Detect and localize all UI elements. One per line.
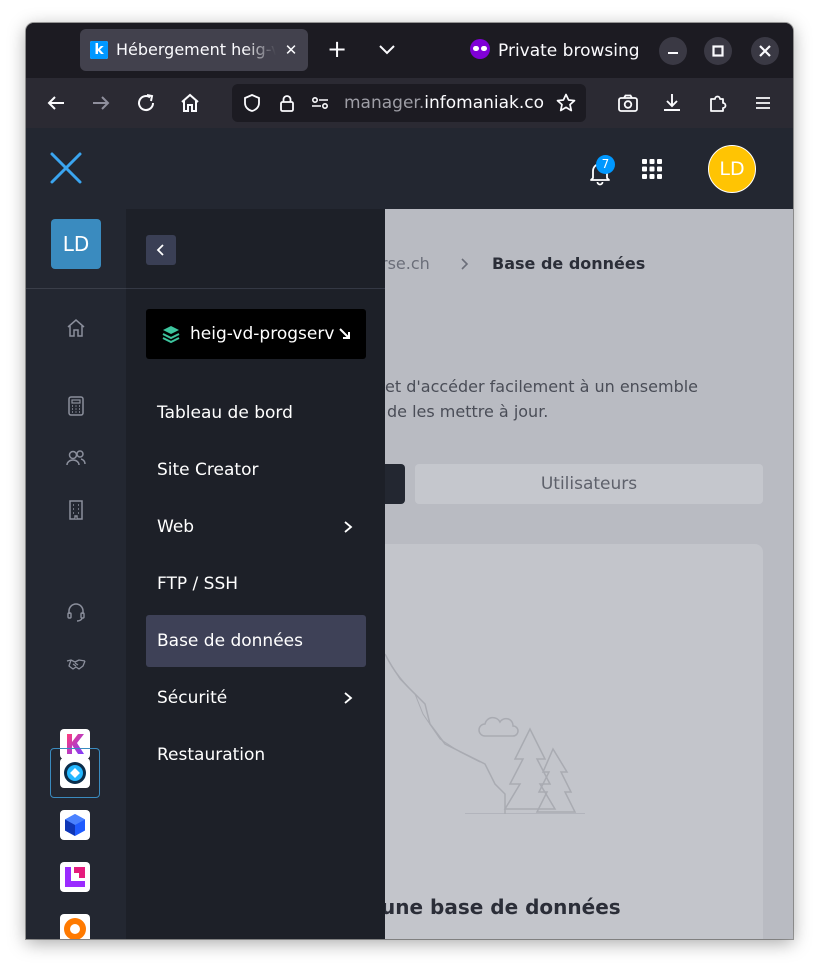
breadcrumb-previous[interactable]: rse.ch [385,254,430,273]
building-icon[interactable] [64,498,88,522]
back-arrow-icon[interactable] [43,90,69,116]
extensions-puzzle-icon[interactable] [705,90,731,116]
browser-tab[interactable]: k Hébergement heig-vd ✕ [80,29,308,71]
url-text[interactable]: manager.infomaniak.co [344,93,550,113]
infomaniak-favicon-icon: k [90,41,108,59]
calculator-icon[interactable] [64,394,88,418]
bookmark-star-icon[interactable] [555,92,577,114]
list-tabs-chevron-icon[interactable] [374,37,400,63]
home-icon[interactable] [177,90,203,116]
permissions-icon[interactable] [310,93,330,113]
empty-state-title: une base de données [385,895,621,919]
partnership-handshake-icon[interactable] [64,652,88,676]
site-selector[interactable]: heig-vd-progserv [146,309,366,359]
hosting-product-icon[interactable] [60,758,90,788]
account-avatar[interactable]: LD [51,219,101,269]
menu-item-databases[interactable]: Base de données [146,615,366,667]
private-browsing-label: Private browsing [498,41,640,61]
downloads-icon[interactable] [659,90,685,116]
main-content-overlay: rse.ch Base de données et d'accéder faci… [385,209,793,939]
navigation-bar: manager.infomaniak.co [26,78,793,128]
notification-count-badge: 7 [596,155,615,174]
private-browsing-indicator: Private browsing [470,39,640,61]
collapse-menu-button[interactable] [146,235,176,265]
close-tab-icon[interactable]: ✕ [280,39,302,61]
screenshot-camera-icon[interactable] [615,90,641,116]
chevron-right-icon [344,692,353,704]
layers-stack-icon [162,326,180,344]
menu-item-label: Base de données [157,631,303,651]
mountain-illustration-icon [385,653,585,814]
tab-databases[interactable] [385,464,405,504]
private-mask-icon [470,39,490,59]
tab-title: Hébergement heig-vd [116,40,276,59]
breadcrumb-current: Base de données [492,254,646,273]
apps-grid-icon[interactable] [641,158,663,180]
empty-state-card [385,544,763,939]
menu-item-label: Sécurité [157,688,228,708]
menu-item-label: Tableau de bord [157,403,293,423]
app-rail: LD [26,209,126,939]
maximize-button[interactable] [704,37,732,65]
menu-item-restore[interactable]: Restauration [146,729,366,781]
user-avatar[interactable]: LD [708,145,756,193]
browser-window: k Hébergement heig-vd ✕ + Private browsi… [26,23,793,939]
menu-item-label: Web [157,517,195,537]
users-icon[interactable] [64,446,88,470]
submenu-divider [126,288,385,289]
menu-item-web[interactable]: Web [146,501,366,553]
site-builder-product-icon[interactable] [60,862,90,892]
menu-item-label: Site Creator [157,460,259,480]
page-description: et d'accéder facilement à un ensemble de… [385,377,699,421]
menu-item-security[interactable]: Sécurité [146,672,366,724]
shield-icon[interactable] [242,93,262,113]
dropdown-arrow-icon [339,328,350,339]
close-menu-icon[interactable] [49,151,83,185]
hamburger-menu-icon[interactable] [750,90,776,116]
chevron-right-icon [344,521,353,533]
new-tab-icon[interactable]: + [324,36,350,62]
site-header: 7 LD [26,128,793,209]
menu-item-dashboard[interactable]: Tableau de bord [146,387,366,439]
rail-divider [26,288,126,289]
headset-support-icon[interactable] [64,600,88,624]
reload-icon[interactable] [133,90,159,116]
url-bar[interactable]: manager.infomaniak.co [232,84,586,122]
lock-icon[interactable] [277,93,297,113]
streaming-product-icon[interactable] [60,914,90,939]
minimize-button[interactable] [659,37,687,65]
site-selector-label: heig-vd-progserv [190,324,335,344]
menu-item-label: FTP / SSH [157,574,239,594]
product-submenu: heig-vd-progserv Tableau de bord Site Cr… [126,209,385,939]
cloud-server-product-icon[interactable] [60,810,90,840]
menu-item-site-creator[interactable]: Site Creator [146,444,366,496]
chevron-left-icon [156,244,164,256]
close-window-button[interactable] [751,37,779,65]
menu-item-ftp-ssh[interactable]: FTP / SSH [146,558,366,610]
forward-arrow-icon[interactable] [88,90,114,116]
menu-item-label: Restauration [157,745,266,765]
tab-strip: k Hébergement heig-vd ✕ + Private browsi… [26,23,793,78]
tab-users[interactable]: Utilisateurs [415,464,763,504]
home-icon[interactable] [64,316,88,340]
breadcrumb-chevron-icon [461,258,469,270]
